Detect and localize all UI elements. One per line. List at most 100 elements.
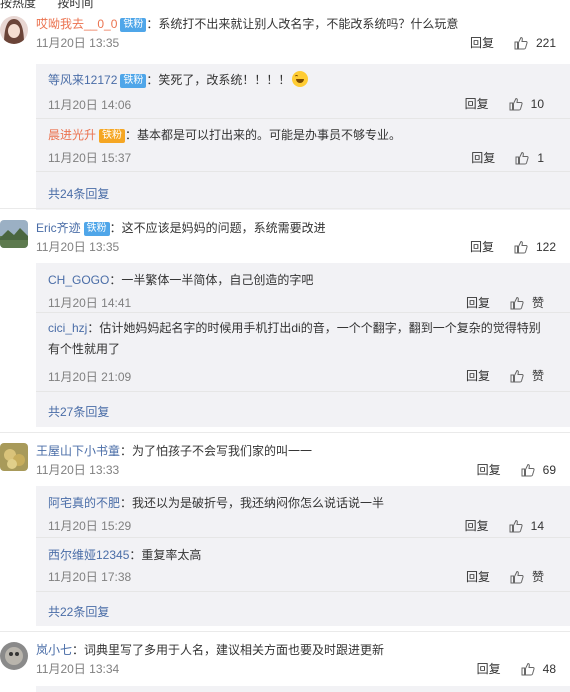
username[interactable]: Eric齐迹 (36, 221, 81, 235)
thumbs-up-icon (521, 662, 535, 675)
username[interactable]: 晨进光升 (48, 128, 96, 142)
reply-body: ：重复率太高 (129, 548, 202, 562)
reply-text: 晨进光升 铁粉 ：基本都是可以打出来的。可能是办事员不够专业。 (48, 125, 401, 145)
reply-list (36, 686, 570, 692)
like-button[interactable]: 10 (509, 97, 544, 111)
timestamp: 11月20日 13:34 (36, 662, 120, 676)
username[interactable]: CH_GOGO (48, 273, 109, 287)
reply-button[interactable]: 回复 (477, 461, 501, 478)
username[interactable]: 哎呦我去__0_0 (36, 17, 117, 31)
reply-list: 等风来12172 铁粉 ：笑死了，改系统！！！！ 11月20日 14:06 回复 1… (36, 64, 570, 210)
like-button[interactable]: 14 (509, 519, 544, 533)
like-count: 221 (535, 35, 556, 50)
reply-button[interactable]: 回复 (465, 517, 489, 534)
like-button[interactable]: 赞 (510, 367, 544, 384)
comment-body: ：系统打不出来就让别人改名字，不能改系统吗？什么玩意 (146, 17, 459, 31)
reply-item: 等风来12172 铁粉 ：笑死了，改系统！！！！ 11月20日 14:06 回复 1… (36, 64, 570, 119)
comment-body: ：为了怕孩子不会写我们家的叫一一 (120, 444, 313, 458)
like-button[interactable]: 221 (514, 36, 556, 50)
reply-button[interactable]: 回复 (470, 34, 494, 51)
username[interactable]: 岚小七 (36, 643, 72, 657)
tab-hot[interactable]: 按热度 (0, 0, 36, 10)
comment-text: 岚小七：词典里写了多用于人名，建议相关方面也要及时跟进更新 (36, 640, 384, 660)
comment-actions: 回复 221 (470, 34, 556, 51)
reply-text: cici_hzj：估计她妈妈起名字的时候用手机打出di的音，一个个翻字，翻到一个… (48, 318, 548, 360)
thumbs-up-icon (514, 36, 528, 49)
like-count: 69 (542, 462, 556, 477)
reply-item: 晨进光升 铁粉 ：基本都是可以打出来的。可能是办事员不够专业。 11月20日 15:… (36, 119, 570, 172)
reply-list: CH_GOGO：一半繁体一半简体，自己创造的字吧 11月20日 14:41 回复… (36, 263, 570, 427)
more-replies-link[interactable]: 共22条回复 (48, 603, 109, 620)
fan-badge: 铁粉 (120, 74, 147, 88)
comment-thread: 王屋山下小书童：为了怕孩子不会写我们家的叫一一 11月20日 13:33 回复 … (0, 441, 570, 626)
reply-button[interactable]: 回复 (466, 568, 490, 585)
reply-item: cici_hzj：估计她妈妈起名字的时候用手机打出di的音，一个个翻字，翻到一个… (36, 313, 570, 392)
timestamp: 11月20日 14:06 (48, 98, 132, 112)
reply-button[interactable]: 回复 (471, 149, 495, 166)
like-button[interactable]: 赞 (510, 294, 544, 311)
reply-button[interactable]: 回复 (466, 294, 490, 311)
timestamp: 11月20日 13:35 (36, 36, 120, 50)
sort-tabs: 按热度 按时间 (0, 0, 111, 10)
reply-button[interactable]: 回复 (466, 367, 490, 384)
like-count: 1 (537, 150, 544, 165)
timestamp: 11月20日 13:33 (36, 463, 120, 477)
thumbs-up-icon (510, 369, 524, 382)
username[interactable]: 阿宅真的不肥 (48, 496, 120, 510)
like-button[interactable]: 1 (515, 151, 544, 165)
reply-list: 阿宅真的不肥：我还以为是破折号，我还纳闷你怎么说话说一半 11月20日 15:2… (36, 486, 570, 626)
timestamp: 11月20日 21:09 (48, 370, 132, 384)
comment-body: ：词典里写了多用于人名，建议相关方面也要及时跟进更新 (72, 643, 385, 657)
thumbs-up-icon (515, 151, 529, 164)
timestamp: 11月20日 13:35 (36, 240, 120, 254)
timestamp: 11月20日 15:37 (48, 151, 132, 165)
like-count: 赞 (531, 570, 544, 584)
reply-body: ：我还以为是破折号，我还纳闷你怎么说话说一半 (120, 496, 385, 510)
avatar[interactable] (0, 443, 28, 471)
like-count: 赞 (531, 296, 544, 310)
fan-badge: 铁粉 (83, 222, 110, 236)
like-button[interactable]: 122 (514, 240, 556, 254)
username[interactable]: cici_hzj (48, 321, 87, 335)
comment: 哎呦我去__0_0 铁粉 ：系统打不出来就让别人改名字，不能改系统吗？什么玩意 11… (0, 14, 570, 54)
thumbs-up-icon (509, 97, 523, 110)
avatar[interactable] (0, 16, 28, 44)
reply-actions: 回复 10 (465, 95, 544, 112)
reply-text: 等风来12172 铁粉 ：笑死了，改系统！！！！ (48, 70, 309, 90)
username[interactable]: 西尔维娅12345 (48, 548, 129, 562)
like-button[interactable]: 69 (521, 463, 556, 477)
reply-body: ：估计她妈妈起名字的时候用手机打出di的音，一个个翻字，翻到一个复杂的觉得特别有… (48, 321, 541, 356)
comment: Eric齐迹 铁粉 ：这不应该是妈妈的问题，系统需要改进 11月20日 13:35 … (0, 218, 570, 258)
reply-item: 西尔维娅12345：重复率太高 11月20日 17:38 回复 赞 (36, 538, 570, 592)
reply-item: 阿宅真的不肥：我还以为是破折号，我还纳闷你怎么说话说一半 11月20日 15:2… (36, 486, 570, 538)
thumbs-up-icon (510, 296, 524, 309)
more-replies-link[interactable]: 共24条回复 (48, 185, 109, 202)
comment-text: 王屋山下小书童：为了怕孩子不会写我们家的叫一一 (36, 441, 312, 461)
like-button[interactable]: 48 (521, 662, 556, 676)
more-replies-link[interactable]: 共27条回复 (48, 403, 109, 420)
comment-text: Eric齐迹 铁粉 ：这不应该是妈妈的问题，系统需要改进 (36, 218, 326, 238)
tab-time[interactable]: 按时间 (57, 0, 93, 10)
avatar[interactable] (0, 642, 28, 670)
timestamp: 11月20日 15:29 (48, 519, 132, 533)
divider (0, 631, 570, 632)
like-count: 14 (530, 518, 544, 533)
reply-actions: 回复 14 (465, 517, 544, 534)
username[interactable]: 王屋山下小书童 (36, 444, 120, 458)
reply-button[interactable]: 回复 (477, 660, 501, 677)
thumbs-up-icon (514, 240, 528, 253)
timestamp: 11月20日 17:38 (48, 570, 132, 584)
username[interactable]: 等风来12172 (48, 73, 117, 87)
avatar[interactable] (0, 220, 28, 248)
comment-thread: 哎呦我去__0_0 铁粉 ：系统打不出来就让别人改名字，不能改系统吗？什么玩意 11… (0, 14, 570, 210)
divider (0, 432, 570, 433)
comment: 王屋山下小书童：为了怕孩子不会写我们家的叫一一 11月20日 13:33 回复 … (0, 441, 570, 481)
like-count: 10 (530, 96, 544, 111)
reply-actions: 回复 赞 (466, 294, 544, 311)
reply-button[interactable]: 回复 (465, 95, 489, 112)
like-button[interactable]: 赞 (510, 568, 544, 585)
like-count: 122 (535, 239, 556, 254)
reply-button[interactable]: 回复 (470, 238, 494, 255)
reply-actions: 回复 赞 (466, 568, 544, 585)
reply-text: 西尔维娅12345：重复率太高 (48, 545, 201, 565)
